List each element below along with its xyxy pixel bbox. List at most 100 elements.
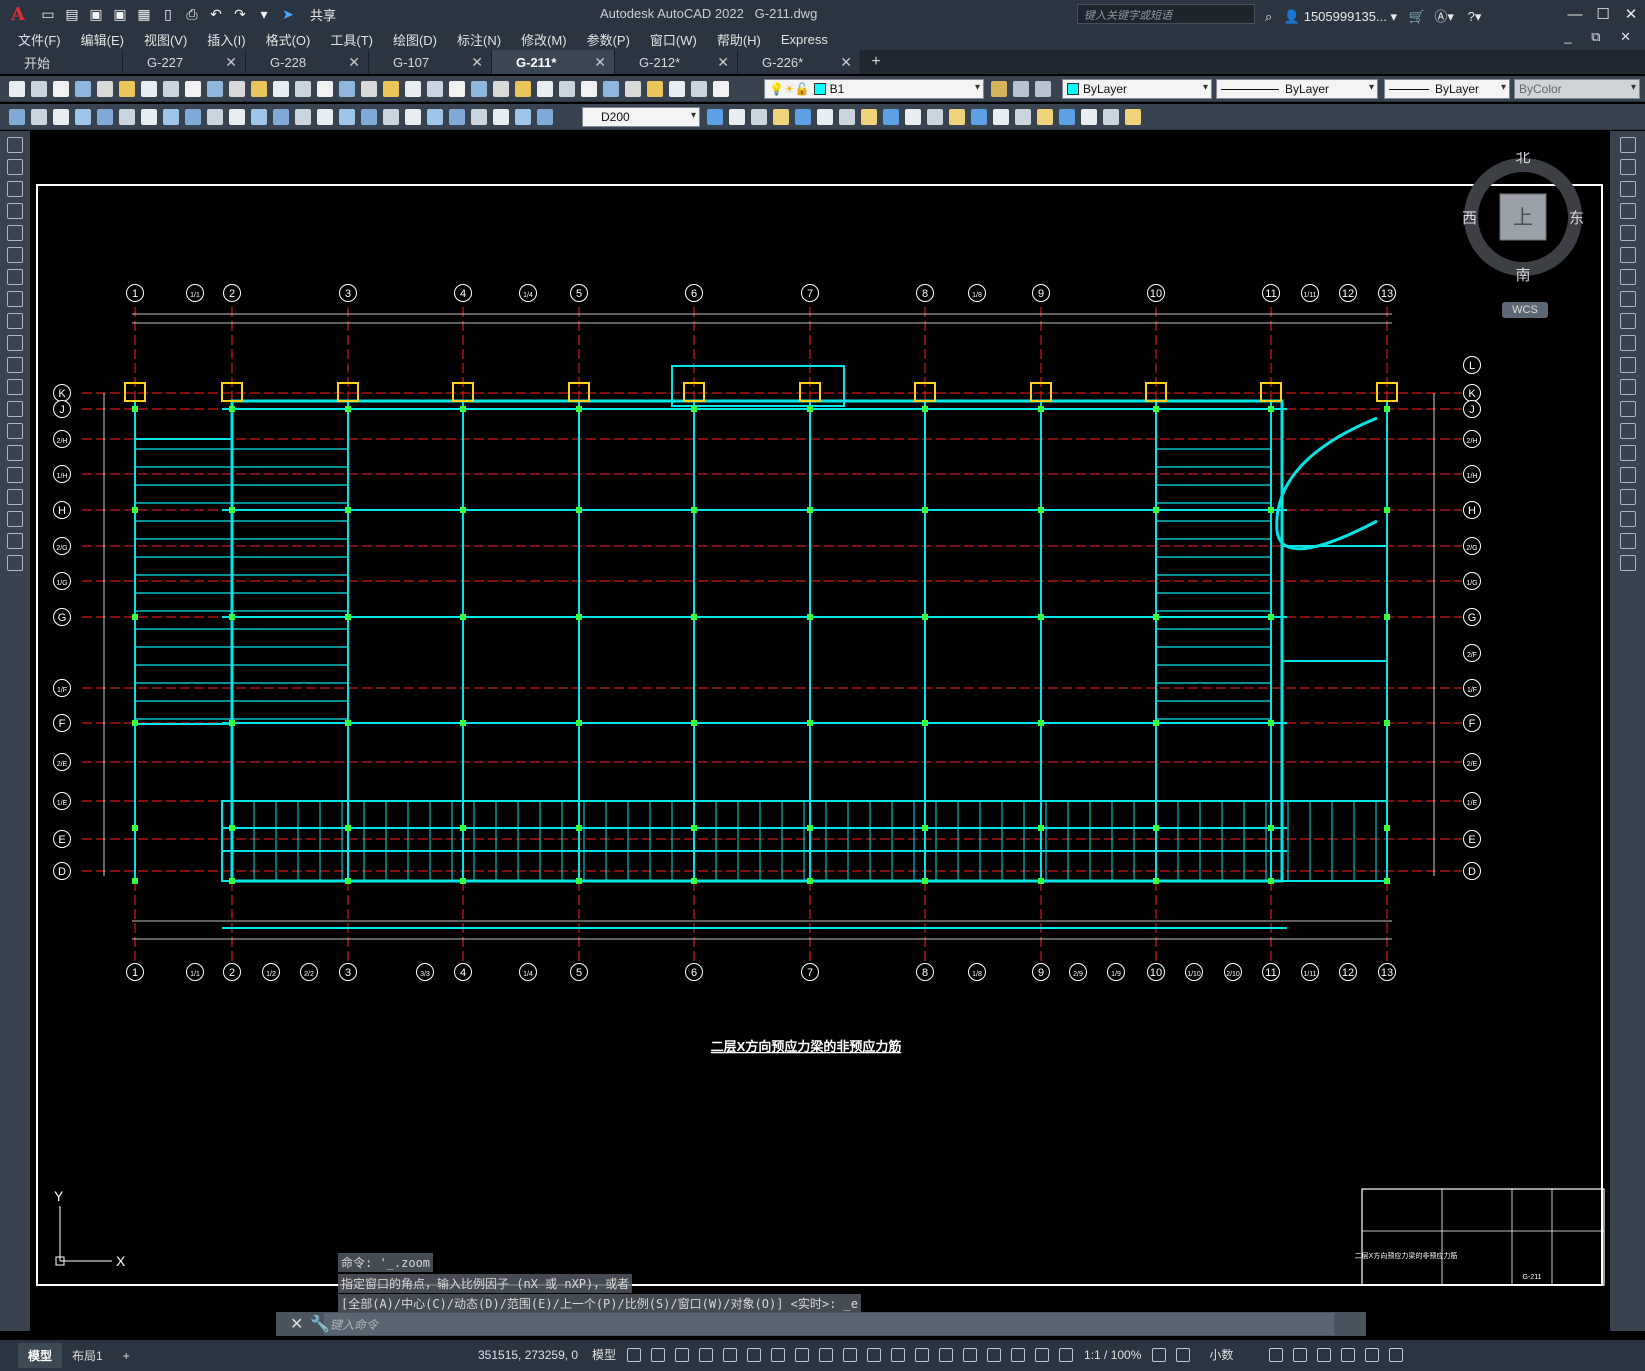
command-input[interactable]: 键入命令	[324, 1313, 1334, 1335]
close-tab-icon[interactable]: ✕	[225, 54, 237, 71]
file-tab[interactable]: G-107 ✕	[369, 50, 492, 74]
toolbar-tool-icon[interactable]	[141, 109, 157, 125]
search-icon[interactable]: ⌕	[1265, 9, 1272, 24]
tool-icon[interactable]	[1619, 467, 1636, 483]
help-search-input[interactable]: 键入关键字或短语	[1077, 4, 1255, 24]
menu-item[interactable]: 标注(N)	[447, 30, 511, 49]
tool-icon[interactable]	[7, 423, 23, 439]
toolbar-tool-icon[interactable]	[449, 109, 465, 125]
tool-icon[interactable]	[1619, 203, 1636, 219]
toolbar-tool-icon[interactable]	[31, 109, 47, 125]
toolbar-tool-icon[interactable]	[97, 109, 113, 125]
isodraft-icon[interactable]	[771, 1347, 786, 1362]
share-icon[interactable]: ➤	[278, 4, 298, 24]
toolbar-tool-icon[interactable]	[53, 81, 69, 97]
toolbar-tool-icon[interactable]	[9, 109, 25, 125]
document-window-controls[interactable]: _ ⧉ ✕	[1564, 29, 1639, 45]
undo-icon[interactable]: ↶	[206, 4, 226, 24]
toolbar-tool-icon[interactable]	[993, 109, 1009, 125]
ortho-icon[interactable]	[723, 1347, 738, 1362]
toolbar-tool-icon[interactable]	[625, 81, 641, 97]
toolbar-tool-icon[interactable]	[471, 81, 487, 97]
toolbar-tool-icon[interactable]	[163, 81, 179, 97]
quick-properties-icon[interactable]	[1269, 1347, 1284, 1362]
tool-icon[interactable]	[1619, 313, 1636, 329]
coordinate-readout[interactable]: 351515, 273259, 0	[478, 1348, 578, 1362]
toolbar-tool-icon[interactable]	[339, 109, 355, 125]
share-button[interactable]: 共享	[304, 3, 342, 26]
toolbar-tool-icon[interactable]	[339, 81, 355, 97]
help-icon[interactable]: ?	[1468, 9, 1475, 24]
file-tab[interactable]: G-226* ✕	[738, 50, 861, 74]
drawing-canvas[interactable]: 1 1/1 2 3 4 1/4 5 6 7 8 1/8 9 10 11 1/11 12 13 1 1/1 2 1/2 2/…	[32, 131, 1608, 1331]
tool-icon[interactable]	[7, 313, 23, 329]
tool-icon[interactable]	[1619, 269, 1636, 285]
toolbar-tool-icon[interactable]	[1015, 109, 1031, 125]
toolbar-tool-icon[interactable]	[603, 81, 619, 97]
menu-item[interactable]: 文件(F)	[8, 30, 71, 49]
toolbar-tool-icon[interactable]	[581, 81, 597, 97]
lock-ui-icon[interactable]	[1293, 1347, 1308, 1362]
toolbar-tool-icon[interactable]	[861, 109, 877, 125]
tab-model[interactable]: 模型	[18, 1343, 63, 1368]
toolbar-tool-icon[interactable]	[405, 81, 421, 97]
tab-layout1[interactable]: 布局1	[62, 1343, 113, 1368]
linetype-combo[interactable]: ByLayer ▾	[1216, 79, 1378, 99]
tool-icon[interactable]	[1619, 423, 1636, 439]
menu-item[interactable]: 格式(O)	[256, 30, 321, 49]
file-tab[interactable]: G-227 ✕	[123, 50, 246, 74]
toolbar-tool-icon[interactable]	[515, 81, 531, 97]
toolbar-tool-icon[interactable]	[647, 81, 663, 97]
tool-icon[interactable]	[1619, 555, 1636, 571]
customize-icon[interactable]: 🔧	[310, 1314, 330, 1334]
redo-icon[interactable]: ↷	[230, 4, 250, 24]
minimize-icon[interactable]: —	[1561, 0, 1589, 28]
tool-icon[interactable]	[1619, 181, 1636, 197]
tool-icon[interactable]	[7, 159, 23, 175]
clean-screen-icon[interactable]	[1365, 1347, 1380, 1362]
close-tab-icon[interactable]: ✕	[471, 54, 483, 71]
toolbar-tool-icon[interactable]	[97, 81, 113, 97]
toolbar-tool-icon[interactable]	[707, 109, 723, 125]
layer-properties-icon[interactable]	[1035, 81, 1051, 97]
menu-item[interactable]: 参数(P)	[577, 30, 640, 49]
toolbar-tool-icon[interactable]	[1103, 109, 1119, 125]
tool-icon[interactable]	[7, 555, 23, 571]
toolbar-tool-icon[interactable]	[1037, 109, 1053, 125]
toolbar-tool-icon[interactable]	[383, 81, 399, 97]
toolbar-tool-icon[interactable]	[361, 109, 377, 125]
layer-combo[interactable]: 💡☀🔓 B1 ▾	[764, 79, 984, 99]
toolbar-tool-icon[interactable]	[251, 81, 267, 97]
menu-item[interactable]: 视图(V)	[134, 30, 197, 49]
toolbar-tool-icon[interactable]	[141, 81, 157, 97]
plotstyle-combo[interactable]: ByColor ▾	[1514, 79, 1640, 99]
model-space-toggle[interactable]: 模型	[592, 1346, 616, 1363]
toolbar-tool-icon[interactable]	[817, 109, 833, 125]
toolbar-tool-icon[interactable]	[185, 109, 201, 125]
toolbar-tool-icon[interactable]	[905, 109, 921, 125]
toolbar-tool-icon[interactable]	[317, 109, 333, 125]
toolbar-tool-icon[interactable]	[383, 109, 399, 125]
annotation-scale-icon[interactable]	[1059, 1347, 1074, 1362]
toolbar-tool-icon[interactable]	[713, 81, 729, 97]
toolbar-tool-icon[interactable]	[295, 109, 311, 125]
tool-icon[interactable]	[7, 379, 23, 395]
tool-icon[interactable]	[1619, 335, 1636, 351]
tool-icon[interactable]	[1619, 511, 1636, 527]
tool-icon[interactable]	[1619, 489, 1636, 505]
object-snap-icon[interactable]	[819, 1347, 834, 1362]
user-account[interactable]: ⌕ 👤 1505999135... ▾ 🛒 Ⓐ▾ ?▾	[1265, 6, 1481, 25]
toolbar-tool-icon[interactable]	[927, 109, 943, 125]
tool-icon[interactable]	[7, 247, 23, 263]
customization-icon[interactable]	[1389, 1347, 1404, 1362]
lineweight-combo[interactable]: ByLayer ▾	[1384, 79, 1510, 99]
toolbar-tool-icon[interactable]	[405, 109, 421, 125]
toolbar-tool-icon[interactable]	[449, 81, 465, 97]
color-combo[interactable]: ByLayer ▾	[1062, 79, 1212, 99]
toolbar-tool-icon[interactable]	[471, 109, 487, 125]
close-tab-icon[interactable]: ✕	[594, 54, 606, 71]
toolbar-tool-icon[interactable]	[1125, 109, 1141, 125]
toolbar-tool-icon[interactable]	[883, 109, 899, 125]
toolbar-tool-icon[interactable]	[207, 81, 223, 97]
toolbar-tool-icon[interactable]	[75, 81, 91, 97]
